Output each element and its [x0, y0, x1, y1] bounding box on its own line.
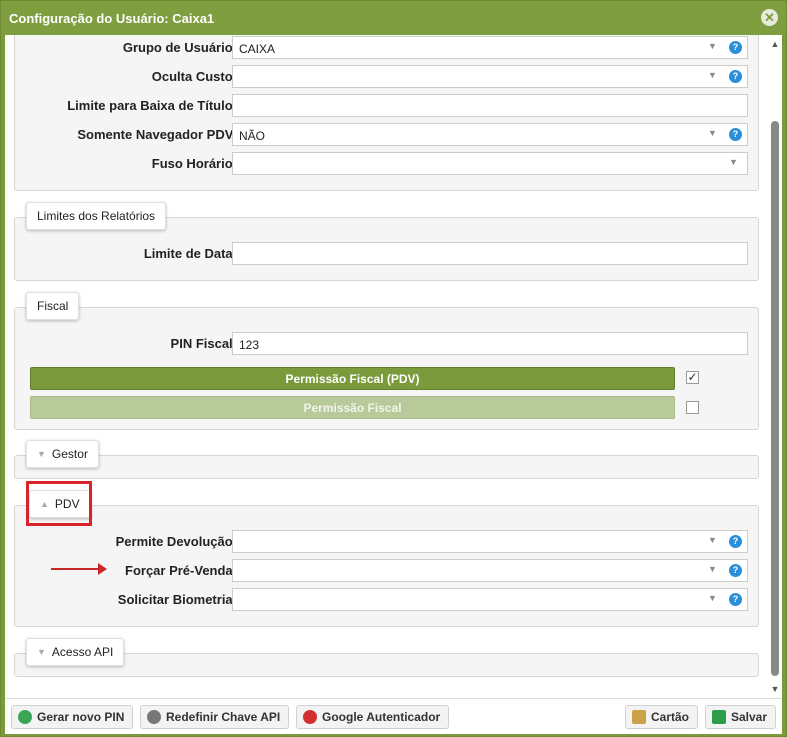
hide-cost-row: Oculta Custo: ▼ ?: [15, 65, 760, 89]
gestor-legend[interactable]: ▼ Gestor: [26, 440, 99, 468]
pdv-browser-select[interactable]: NÃO: [232, 123, 748, 146]
key-icon: [303, 710, 317, 724]
google-auth-label: Google Autenticador: [322, 710, 441, 724]
expand-triangle-icon: ▼: [37, 449, 46, 459]
pin-fiscal-label: PIN Fiscal:: [170, 336, 237, 351]
pdv-browser-row: Somente Navegador PDV: NÃO ▼ ?: [15, 123, 760, 147]
reset-api-key-label: Redefinir Chave API: [166, 710, 281, 724]
title-limit-label: Limite para Baixa de Título:: [67, 98, 237, 113]
hide-cost-label: Oculta Custo:: [151, 69, 237, 84]
user-group-row: Grupo de Usuário: CAIXA ▼ ?: [15, 36, 760, 60]
reports-legend: Limites dos Relatórios: [26, 202, 167, 230]
api-fieldset: [14, 653, 759, 677]
biometry-label: Solicitar Biometria:: [117, 592, 237, 607]
title-limit-row: Limite para Baixa de Título:: [15, 94, 760, 118]
gear-icon: [147, 710, 161, 724]
scroll-down-icon[interactable]: ▼: [768, 682, 782, 696]
arrow-annotation: [51, 563, 107, 575]
help-icon[interactable]: ?: [729, 593, 742, 606]
card-icon: [632, 710, 646, 724]
chevron-down-icon[interactable]: ▼: [708, 128, 717, 138]
card-label: Cartão: [651, 710, 690, 724]
timezone-label: Fuso Horário:: [151, 156, 237, 171]
date-limit-row: Limite de Data:: [15, 242, 760, 266]
pin-fiscal-input[interactable]: 123: [232, 332, 748, 355]
help-icon[interactable]: ?: [729, 128, 742, 141]
allow-return-row: Permite Devolução: ▼ ?: [15, 530, 760, 554]
dialog-title: Configuração do Usuário: Caixa1: [9, 11, 215, 26]
card-button[interactable]: Cartão: [625, 705, 699, 729]
permission-fiscal-pdv-button[interactable]: Permissão Fiscal (PDV): [30, 367, 675, 390]
generate-pin-label: Gerar novo PIN: [37, 710, 125, 724]
allow-return-select[interactable]: [232, 530, 748, 553]
gestor-legend-label: Gestor: [51, 447, 88, 461]
save-icon: [712, 710, 726, 724]
scroll-up-icon[interactable]: ▲: [768, 37, 782, 51]
biometry-row: Solicitar Biometria: ▼ ?: [15, 588, 760, 612]
dialog-footer: Gerar novo PIN Redefinir Chave API Googl…: [5, 698, 782, 734]
chevron-down-icon[interactable]: ▼: [708, 70, 717, 80]
timezone-row: Fuso Horário: ▼: [15, 152, 760, 176]
generate-pin-button[interactable]: Gerar novo PIN: [11, 705, 134, 729]
dialog-content: Grupo de Usuário: CAIXA ▼ ? Oculta Custo…: [5, 35, 782, 698]
chevron-down-icon[interactable]: ▼: [708, 564, 717, 574]
scroll-thumb[interactable]: [771, 121, 779, 676]
permission-fiscal-pdv-checkbox[interactable]: ✓: [686, 371, 699, 384]
dialog-titlebar: Configuração do Usuário: Caixa1 ✕: [1, 1, 786, 35]
save-label: Salvar: [731, 710, 768, 724]
chevron-down-icon[interactable]: ▼: [708, 593, 717, 603]
help-icon[interactable]: ?: [729, 70, 742, 83]
api-legend[interactable]: ▼ Acesso API: [26, 638, 125, 666]
date-limit-label: Limite de Data:: [143, 246, 237, 261]
general-fieldset: Grupo de Usuário: CAIXA ▼ ? Oculta Custo…: [14, 35, 759, 191]
scrollbar[interactable]: ▲ ▼: [768, 35, 782, 698]
reset-api-key-button[interactable]: Redefinir Chave API: [140, 705, 290, 729]
user-config-dialog: Configuração do Usuário: Caixa1 ✕ Grupo …: [0, 0, 787, 737]
hide-cost-select[interactable]: [232, 65, 748, 88]
expand-triangle-icon: ▼: [37, 647, 46, 657]
permission-fiscal-checkbox[interactable]: [686, 401, 699, 414]
api-legend-label: Acesso API: [51, 645, 114, 659]
pdv-fieldset: Permite Devolução: ▼ ? Forçar Pré-Venda:…: [14, 505, 759, 627]
help-icon[interactable]: ?: [729, 535, 742, 548]
fiscal-legend: Fiscal: [26, 292, 80, 320]
gestor-fieldset: [14, 455, 759, 479]
refresh-icon: [18, 710, 32, 724]
highlight-box: [26, 481, 92, 526]
pin-fiscal-row: PIN Fiscal: 123: [15, 332, 760, 356]
permission-fiscal-button[interactable]: Permissão Fiscal: [30, 396, 675, 419]
force-presale-select[interactable]: [232, 559, 748, 582]
timezone-select[interactable]: [232, 152, 748, 175]
biometry-select[interactable]: [232, 588, 748, 611]
help-icon[interactable]: ?: [729, 564, 742, 577]
pdv-browser-label: Somente Navegador PDV:: [77, 127, 237, 142]
force-presale-label: Forçar Pré-Venda:: [125, 563, 237, 578]
fiscal-fieldset: PIN Fiscal: 123 Permissão Fiscal (PDV) ✓…: [14, 307, 759, 430]
title-limit-input[interactable]: [232, 94, 748, 117]
date-limit-input[interactable]: [232, 242, 748, 265]
allow-return-label: Permite Devolução:: [115, 534, 237, 549]
help-icon[interactable]: ?: [729, 41, 742, 54]
user-group-select[interactable]: CAIXA: [232, 36, 748, 59]
chevron-down-icon[interactable]: ▼: [708, 41, 717, 51]
user-group-label: Grupo de Usuário:: [122, 40, 237, 55]
google-auth-button[interactable]: Google Autenticador: [296, 705, 450, 729]
chevron-down-icon[interactable]: ▼: [708, 535, 717, 545]
force-presale-row: Forçar Pré-Venda: ▼ ?: [15, 559, 760, 583]
close-icon[interactable]: ✕: [761, 9, 778, 26]
save-button[interactable]: Salvar: [705, 705, 777, 729]
chevron-down-icon[interactable]: ▼: [729, 157, 738, 167]
